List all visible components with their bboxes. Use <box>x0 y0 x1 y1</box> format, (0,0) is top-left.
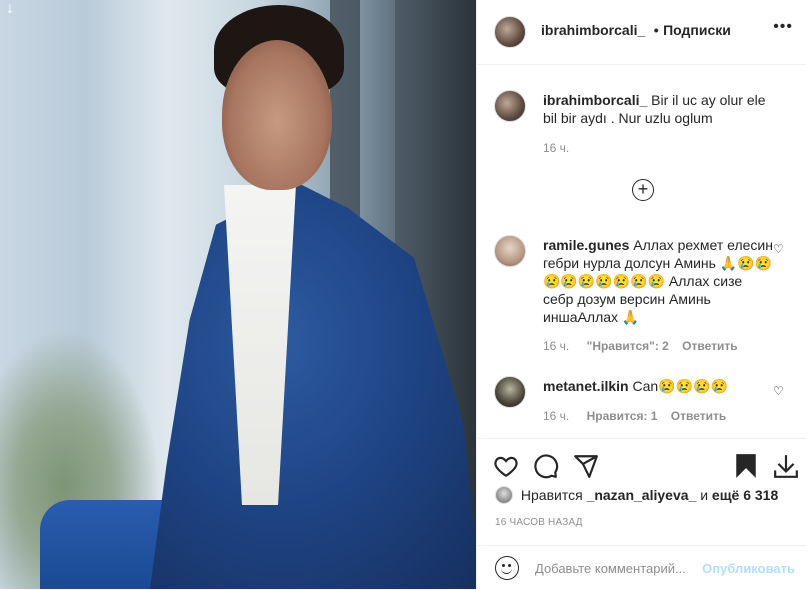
comment-meta: 16 ч. Нравится: 1 Ответить <box>543 409 726 423</box>
commenter-avatar[interactable] <box>494 376 526 408</box>
likes-middle: и <box>700 487 709 503</box>
more-options-icon[interactable]: ••• <box>773 18 793 36</box>
post-header: ibrahimborcali_ • Подписки ••• <box>477 0 806 65</box>
face <box>222 40 332 190</box>
post-side-panel: ibrahimborcali_ • Подписки ••• ibrahimbo… <box>476 0 806 589</box>
caption-username[interactable]: ibrahimborcali_ <box>543 92 647 108</box>
liker-avatar[interactable] <box>495 486 513 504</box>
comment-username[interactable]: metanet.ilkin <box>543 378 629 394</box>
comment-composer: Добавьте комментарий... Опубликовать <box>477 545 806 590</box>
comment-input[interactable]: Добавьте комментарий... <box>535 561 686 576</box>
likes-summary: Нравится _nazan_aliyeva_ и ещё 6 318 <box>495 486 778 504</box>
publish-button[interactable]: Опубликовать <box>702 561 795 576</box>
comment-like-heart-icon[interactable]: ♡ <box>773 384 784 398</box>
caption-time: 16 ч. <box>543 141 570 155</box>
share-icon[interactable] <box>573 453 599 479</box>
comment-item: ramile.gunes Аллах рехмет елесин гебри н… <box>543 236 773 326</box>
commenter-avatar[interactable] <box>494 235 526 267</box>
download-icon[interactable] <box>773 453 799 479</box>
liker-username[interactable]: _nazan_aliyeva_ <box>587 487 697 503</box>
load-more-comments-icon[interactable]: + <box>632 179 654 201</box>
author-avatar[interactable] <box>494 16 526 48</box>
down-arrow-icon: ↓ <box>6 0 14 17</box>
following-button[interactable]: Подписки <box>663 22 731 38</box>
caption: ibrahimborcali_ Bir il uc ay olur ele bi… <box>543 91 783 127</box>
comment-username[interactable]: ramile.gunes <box>543 237 629 253</box>
comment-icon[interactable] <box>533 453 559 479</box>
comment-meta: 16 ч. "Нравится": 2 Ответить <box>543 339 738 353</box>
comment-likes[interactable]: "Нравится": 2 <box>587 339 669 353</box>
likes-count[interactable]: ещё 6 318 <box>712 487 778 503</box>
bookmark-icon[interactable] <box>733 453 759 479</box>
comment-time: 16 ч. <box>543 339 570 353</box>
reply-button[interactable]: Ответить <box>671 409 726 423</box>
comment-text: Can😢😢😢😢 <box>632 378 728 394</box>
comment-likes[interactable]: Нравится: 1 <box>587 409 658 423</box>
smiley-icon[interactable] <box>495 556 519 580</box>
post-photo[interactable]: ↓ <box>0 0 476 589</box>
comment-like-heart-icon[interactable]: ♡ <box>773 242 784 256</box>
comment-item: metanet.ilkin Can😢😢😢😢 <box>543 377 773 395</box>
comment-time: 16 ч. <box>543 409 570 423</box>
likes-prefix: Нравится <box>520 487 583 503</box>
post-timestamp: 16 ЧАСОВ НАЗАД <box>495 517 583 528</box>
follow-separator: • <box>653 22 659 38</box>
author-username[interactable]: ibrahimborcali_ <box>541 22 645 38</box>
heart-icon[interactable] <box>493 453 519 479</box>
reply-button[interactable]: Ответить <box>682 339 737 353</box>
caption-avatar[interactable] <box>494 90 526 122</box>
